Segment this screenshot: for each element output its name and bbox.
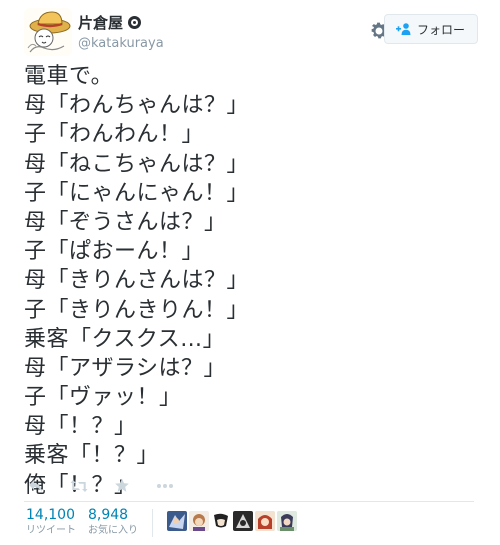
display-name[interactable]: 片倉屋 xyxy=(78,12,123,33)
liker-avatar-4[interactable] xyxy=(233,511,253,531)
name-row: 片倉屋 xyxy=(78,12,142,33)
tweet-line: 子「ぱおーん！」 xyxy=(24,239,205,265)
tweet-actions xyxy=(28,478,174,493)
follow-label: フォロー xyxy=(416,22,465,37)
avatar-straw-hat-icon xyxy=(24,8,72,56)
tweet-card: 片倉屋 @katakuraya フォロー 電車で。 母「わんちゃんは？」 子「わ… xyxy=(0,0,500,545)
favorites-stat[interactable]: 8,948 お気に入り xyxy=(88,507,138,538)
stats-divider xyxy=(24,501,474,502)
favorites-label: お気に入り xyxy=(88,525,138,536)
tweet-line: 乗客「！？」 xyxy=(24,443,160,469)
tweet-stats: 14,100 リツイート 8,948 お気に入り xyxy=(26,507,297,538)
tweet-line: 電車で。 xyxy=(24,64,114,89)
tweet-line: 母「ねこちゃんは？」 xyxy=(24,151,250,177)
retweets-label: リツイート xyxy=(26,525,76,536)
tweet-text: 電車で。 母「わんちゃんは？」 子「わんわん！」 母「ねこちゃんは？」 子「にゃ… xyxy=(24,62,490,500)
retweets-count: 14,100 xyxy=(26,507,75,523)
tweet-line: 母「きりんさんは？」 xyxy=(24,268,250,294)
stats-separator xyxy=(152,509,153,537)
account-badge-icon xyxy=(128,16,142,29)
retweet-icon[interactable] xyxy=(70,479,88,493)
user-handle[interactable]: @katakuraya xyxy=(78,36,164,51)
follow-button[interactable]: フォロー xyxy=(383,14,478,44)
tweet-line: 母「ぞうさんは？」 xyxy=(24,209,227,235)
tweet-line: 乗客「クスクス…」 xyxy=(24,326,226,352)
tweet-line: 子「きりんきりん！」 xyxy=(24,297,250,323)
liker-avatar-1[interactable] xyxy=(167,511,187,531)
add-user-icon xyxy=(395,23,411,35)
tweet-header: 片倉屋 @katakuraya フォロー xyxy=(24,6,478,58)
favoriters-list xyxy=(167,511,297,531)
tweet-line: 母「わんちゃんは？」 xyxy=(24,93,250,119)
liker-avatar-5[interactable] xyxy=(255,511,275,531)
retweets-stat[interactable]: 14,100 リツイート xyxy=(26,507,76,538)
tweet-line: 子「ヴァッ！」 xyxy=(24,385,182,411)
liker-avatar-6[interactable] xyxy=(277,511,297,531)
more-icon[interactable] xyxy=(156,483,174,489)
reply-icon[interactable] xyxy=(28,479,44,493)
tweet-line: 子「わんわん！」 xyxy=(24,122,205,148)
liker-avatar-3[interactable] xyxy=(211,511,231,531)
tweet-line: 母「！？」 xyxy=(24,414,137,440)
liker-avatar-2[interactable] xyxy=(189,511,209,531)
favorites-count: 8,948 xyxy=(88,507,129,523)
tweet-line: 母「アザラシは？」 xyxy=(24,355,227,381)
star-icon[interactable] xyxy=(114,478,130,493)
user-avatar[interactable] xyxy=(24,8,72,56)
tweet-line: 子「にゃんにゃん！」 xyxy=(24,180,250,206)
